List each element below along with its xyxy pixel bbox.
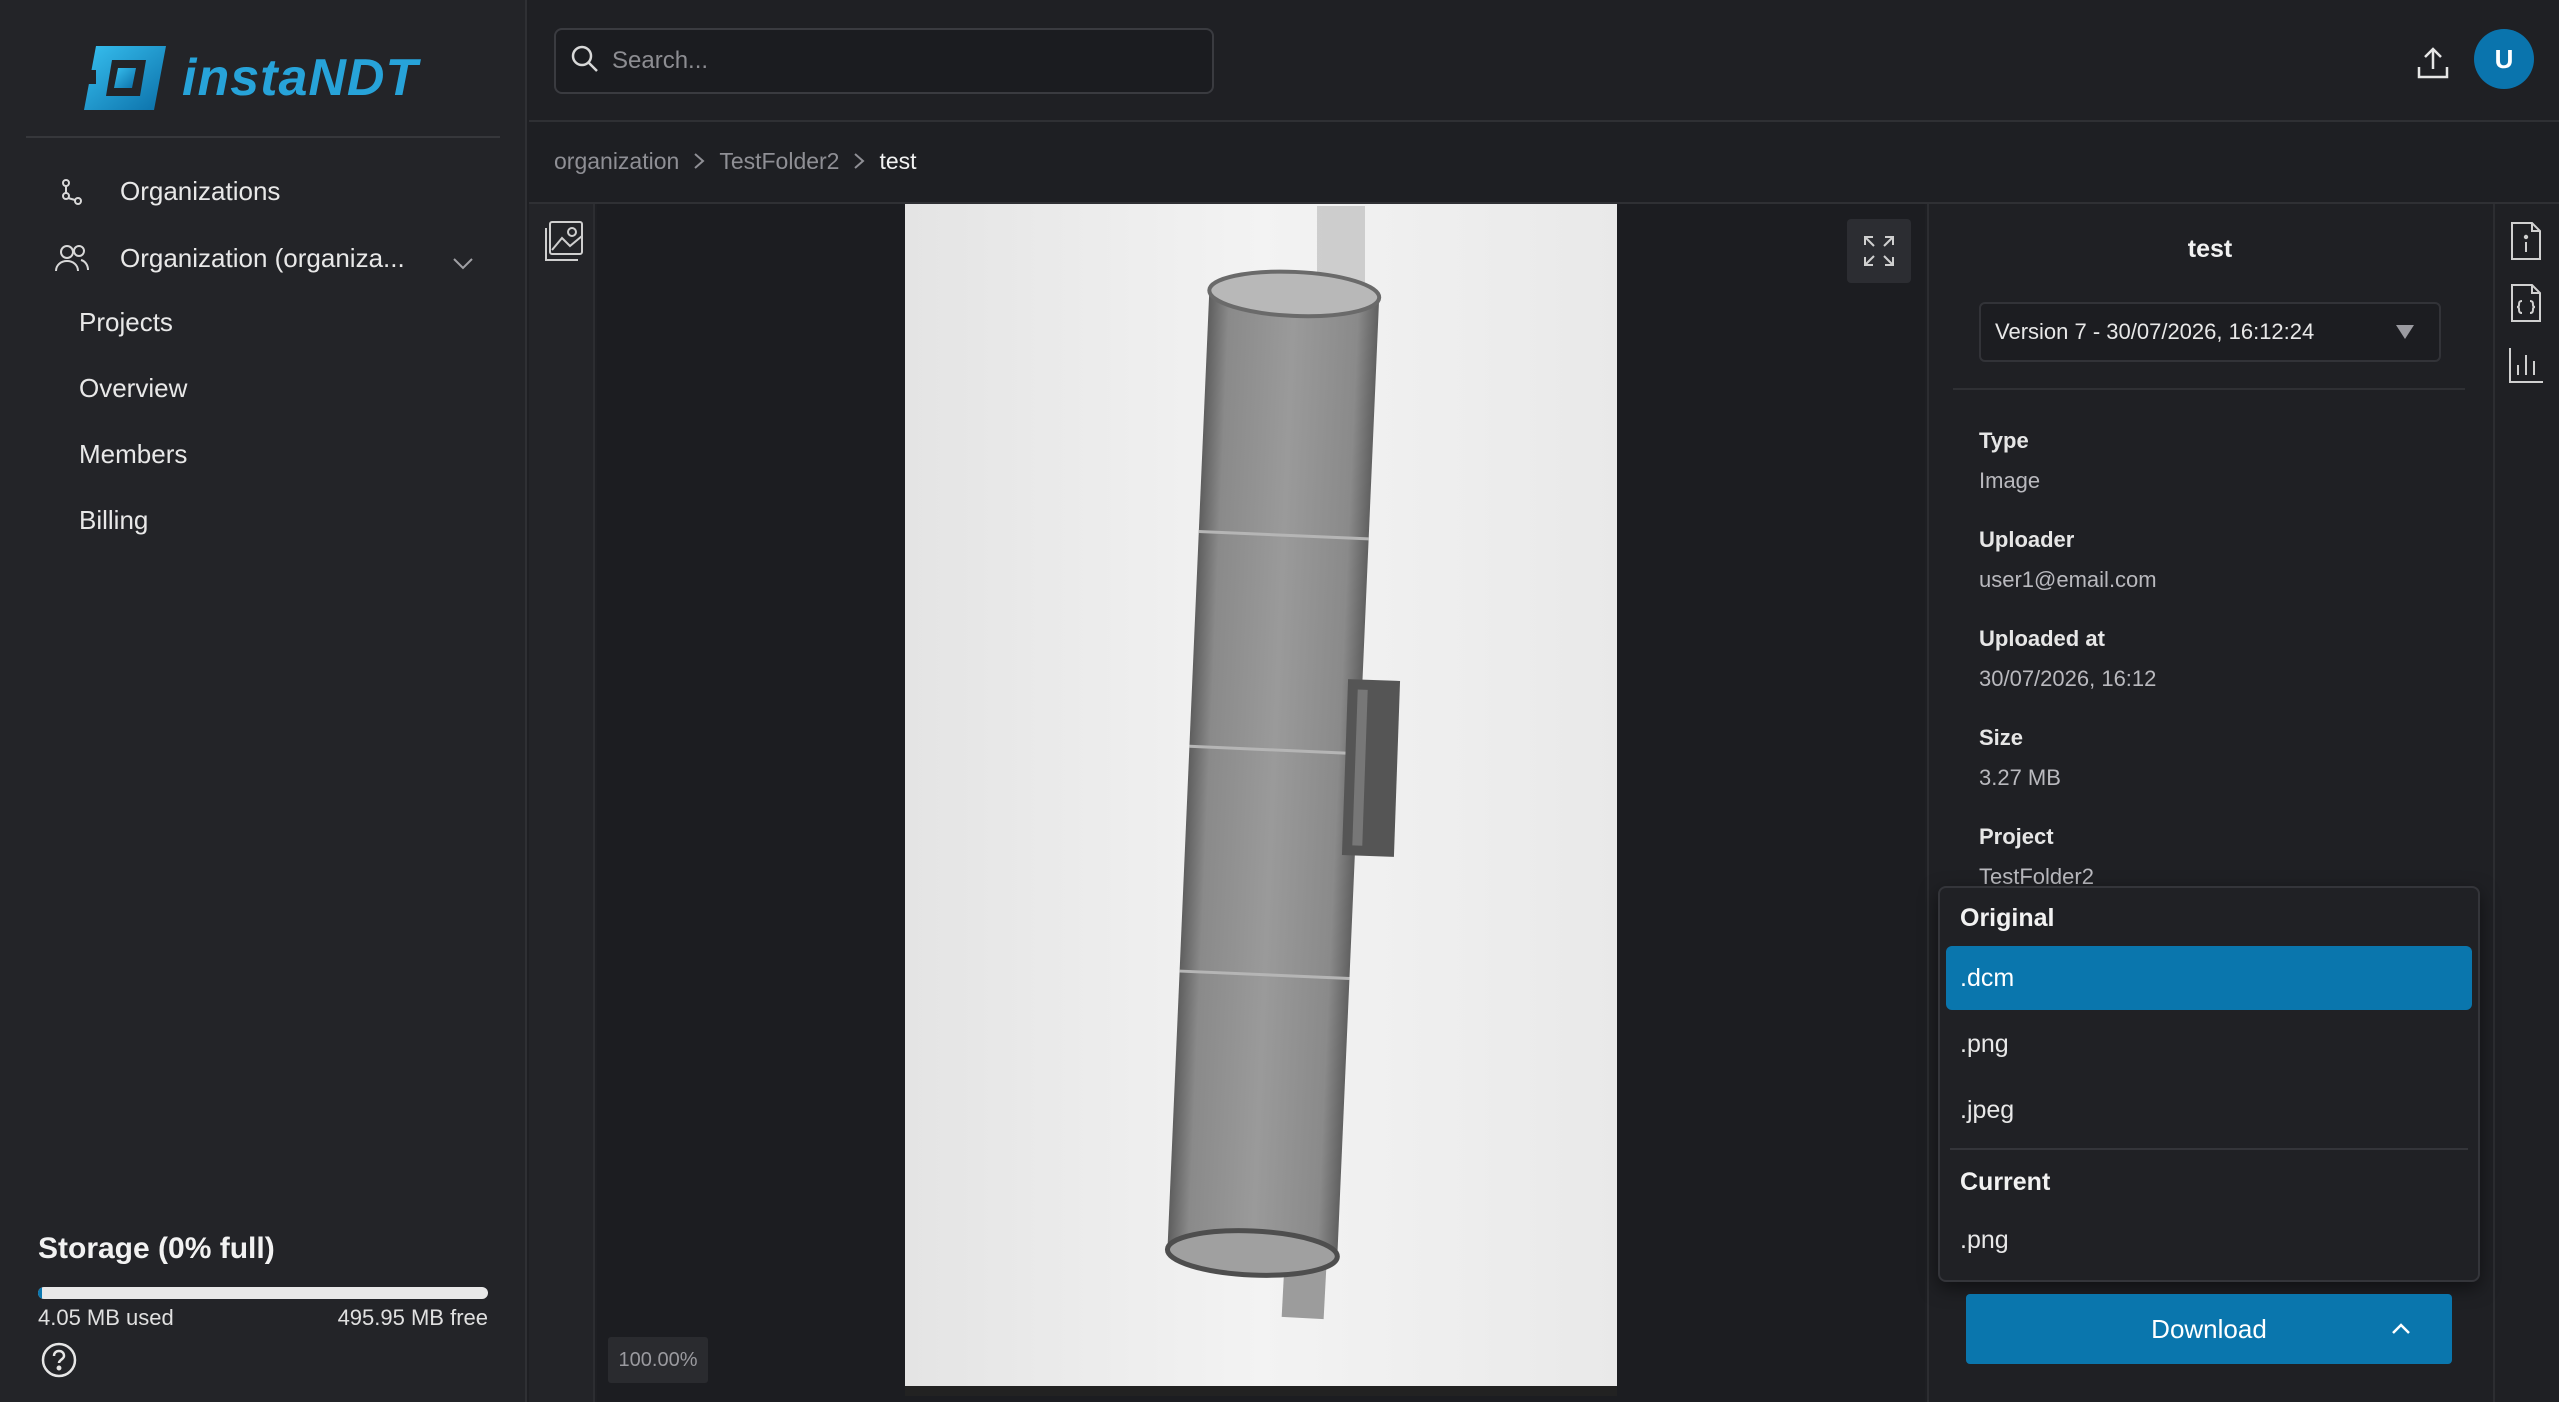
- breadcrumb-item-folder[interactable]: TestFolder2: [719, 148, 839, 175]
- zoom-level: 100.00%: [608, 1337, 708, 1383]
- option-png-current[interactable]: .png: [1946, 1208, 2472, 1272]
- download-format-menu: Original .dcm .png .jpeg Current .png: [1938, 886, 2480, 1282]
- sidebar-subitem-overview[interactable]: Overview: [79, 373, 187, 404]
- sidebar-divider: [26, 136, 500, 138]
- current-group-label: Current: [1960, 1168, 2051, 1196]
- brand-name: instaNDT: [182, 49, 419, 107]
- chevron-up-icon[interactable]: [2389, 1317, 2413, 1341]
- upload-button[interactable]: [2410, 40, 2456, 86]
- expand-icon: [1864, 236, 1894, 266]
- breadcrumb-current: test: [879, 147, 917, 174]
- storage-progress-bar: [38, 1287, 488, 1299]
- chevron-right-icon: [693, 152, 705, 170]
- file-metadata-button[interactable]: [2503, 280, 2549, 326]
- chevron-down-icon: [452, 247, 474, 278]
- xray-image[interactable]: [905, 204, 1617, 1396]
- breadcrumb-item-organization[interactable]: organization: [554, 148, 679, 175]
- brand-logo[interactable]: instaNDT: [74, 40, 444, 116]
- prop-type-value: Image: [1979, 468, 2041, 493]
- original-group-label: Original: [1960, 904, 2055, 932]
- search-box[interactable]: [554, 28, 1214, 94]
- chart-bars-icon: [2509, 348, 2543, 383]
- histogram-button[interactable]: [2503, 342, 2549, 388]
- caret-down-icon: [2394, 323, 2416, 341]
- file-info-icon: [2511, 222, 2541, 260]
- upload-icon: [2417, 47, 2449, 79]
- option-png-original[interactable]: .png: [1946, 1012, 2472, 1076]
- file-title: test: [2187, 235, 2233, 263]
- search-icon: [570, 44, 600, 79]
- user-avatar[interactable]: U: [2474, 29, 2534, 89]
- option-dcm[interactable]: .dcm: [1946, 946, 2472, 1010]
- breadcrumb: organization TestFolder2 test: [554, 145, 917, 177]
- sidebar-item-label: Organization (organiza...: [120, 242, 405, 273]
- storage-free: 495.95 MB free: [337, 1305, 488, 1330]
- chevron-right-icon: [853, 152, 866, 170]
- sidebar-subitem-billing[interactable]: Billing: [79, 505, 148, 536]
- version-select-value: Version 7 - 30/07/2026, 16:12:24: [1995, 319, 2315, 344]
- prop-uploader-value: user1@email.com: [1979, 567, 2157, 592]
- sidebar-item-organization[interactable]: Organization (organiza...: [54, 233, 474, 283]
- prop-size-label: Size: [1979, 725, 2024, 750]
- prop-uploaded-at-label: Uploaded at: [1979, 626, 2105, 651]
- sidebar-item-organizations[interactable]: Organizations: [54, 166, 280, 216]
- file-info-button[interactable]: [2503, 218, 2549, 264]
- instandt-logo-icon: [74, 46, 166, 110]
- users-icon: [54, 240, 90, 276]
- organizations-icon: [54, 173, 90, 209]
- info-divider: [1953, 388, 2465, 390]
- prop-type-label: Type: [1979, 428, 2029, 453]
- option-jpeg[interactable]: .jpeg: [1946, 1078, 2472, 1142]
- menu-divider: [1950, 1148, 2468, 1150]
- storage-title: Storage (0% full): [38, 1232, 275, 1265]
- prop-uploader-label: Uploader: [1979, 527, 2075, 552]
- download-button[interactable]: Download: [1966, 1294, 2452, 1364]
- sidebar-subitem-projects[interactable]: Projects: [79, 307, 173, 338]
- viewer-toolbar: [529, 204, 595, 1402]
- sidebar-item-label: Organizations: [120, 175, 281, 206]
- prop-project-label: Project: [1979, 824, 2054, 849]
- fullscreen-button[interactable]: [1847, 219, 1911, 283]
- image-gallery-button[interactable]: [540, 218, 586, 264]
- search-input[interactable]: [612, 47, 1172, 75]
- file-json-icon: [2511, 284, 2541, 322]
- help-icon[interactable]: [40, 1341, 78, 1379]
- storage-used: 4.05 MB used: [38, 1305, 174, 1330]
- image-gallery-icon: [545, 221, 583, 261]
- sidebar-subitem-members[interactable]: Members: [79, 439, 187, 470]
- prop-size-value: 3.27 MB: [1979, 765, 2061, 790]
- prop-uploaded-at-value: 30/07/2026, 16:12: [1979, 666, 2157, 691]
- version-select[interactable]: Version 7 - 30/07/2026, 16:12:24: [1979, 302, 2441, 362]
